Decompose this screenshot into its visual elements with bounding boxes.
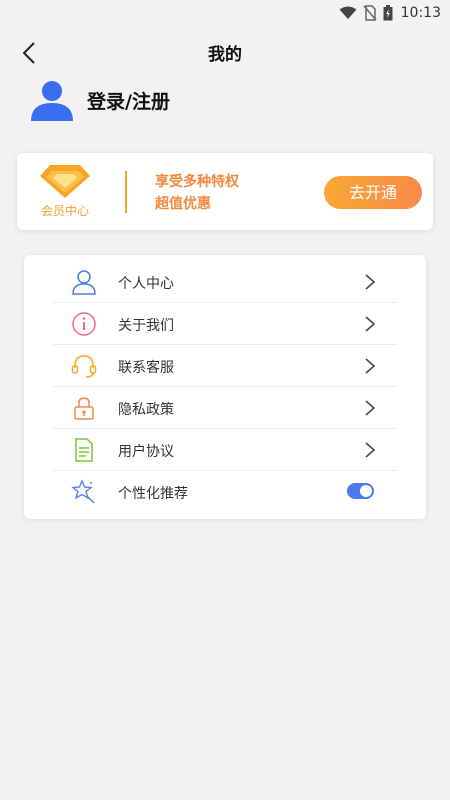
diamond-icon <box>40 165 90 198</box>
menu-item-personalized-recommendation: 个性化推荐 <box>53 471 397 511</box>
page-title: 我的 <box>208 45 242 65</box>
menu-list: 个人中心 关于我们 联系客服 隐私政策 用户协议 个性化推荐 <box>53 261 397 511</box>
wifi-icon <box>339 6 357 19</box>
document-icon <box>75 438 93 462</box>
toggle-knob <box>360 485 372 497</box>
no-sim-icon <box>363 5 377 21</box>
vip-card: 会员中心 享受多种特权 超值优惠 去开通 <box>17 153 433 230</box>
chevron-right-icon <box>365 358 375 374</box>
status-bar: 10:13 <box>0 0 450 26</box>
vip-center[interactable]: 会员中心 <box>37 163 93 223</box>
menu-item-label: 联系客服 <box>118 360 174 376</box>
headset-icon <box>71 355 97 378</box>
header: 我的 <box>0 30 450 74</box>
menu-item-label: 关于我们 <box>118 318 174 334</box>
chevron-right-icon <box>365 274 375 290</box>
menu-item-privacy-policy[interactable]: 隐私政策 <box>53 387 397 429</box>
battery-charging-icon <box>383 5 393 21</box>
menu-item-personal-center[interactable]: 个人中心 <box>53 261 397 303</box>
login-register-label: 登录/注册 <box>87 90 170 113</box>
menu-item-label: 个性化推荐 <box>118 486 188 502</box>
personalized-recommendation-toggle[interactable] <box>347 483 374 499</box>
menu-item-contact-support[interactable]: 联系客服 <box>53 345 397 387</box>
star-magic-icon <box>71 479 95 504</box>
menu-item-label: 隐私政策 <box>118 402 174 418</box>
chevron-right-icon <box>365 316 375 332</box>
vip-center-label: 会员中心 <box>40 204 89 218</box>
vip-benefit-line-1: 享受多种特权 <box>155 174 239 190</box>
vip-benefit-line-2: 超值优惠 <box>155 196 211 212</box>
menu-item-label: 用户协议 <box>118 444 174 460</box>
status-time: 10:13 <box>400 5 441 21</box>
person-icon <box>72 270 96 295</box>
menu-item-user-agreement[interactable]: 用户协议 <box>53 429 397 471</box>
menu-item-about-us[interactable]: 关于我们 <box>53 303 397 345</box>
activate-vip-button[interactable]: 去开通 <box>324 176 422 209</box>
vip-divider <box>125 171 127 213</box>
chevron-right-icon <box>365 442 375 458</box>
chevron-right-icon <box>365 400 375 416</box>
lock-icon <box>74 397 94 420</box>
settings-menu: 个人中心 关于我们 联系客服 隐私政策 用户协议 个性化推荐 <box>24 255 426 519</box>
menu-item-label: 个人中心 <box>118 276 174 292</box>
info-icon <box>72 312 96 336</box>
avatar-icon <box>31 81 73 121</box>
vip-benefits-text: 享受多种特权 超值优惠 <box>155 171 239 215</box>
login-register-row[interactable]: 登录/注册 <box>30 78 170 122</box>
